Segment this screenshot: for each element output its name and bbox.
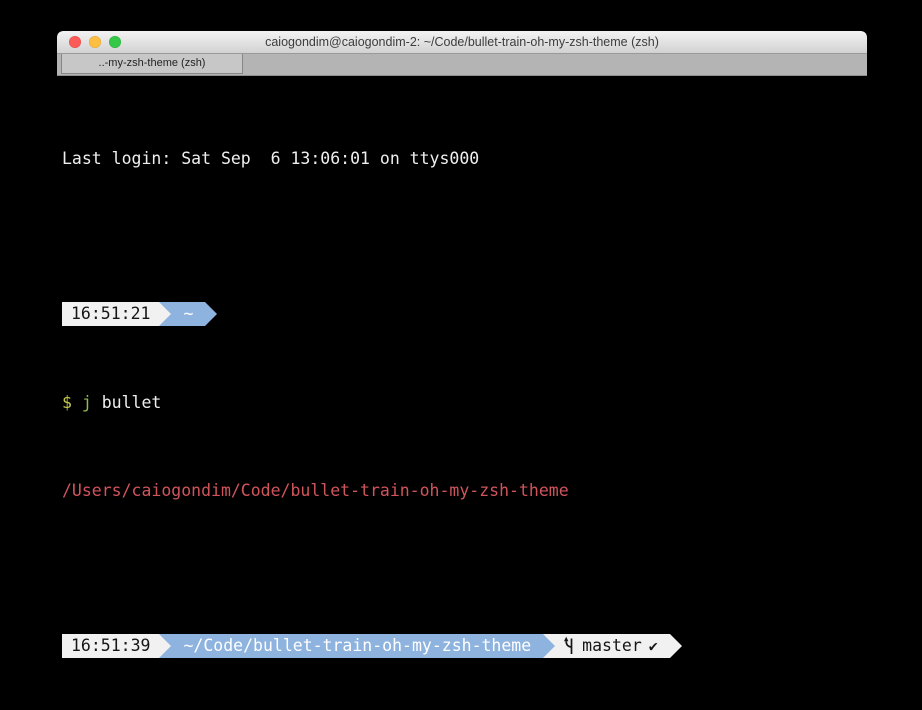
- git-branch-icon: [563, 636, 575, 656]
- prompt-line-2: 16:51:39 ~/Code/bullet-train-oh-my-zsh-t…: [62, 634, 867, 658]
- traffic-lights: [69, 36, 121, 48]
- git-branch-name: master: [582, 634, 642, 658]
- prompt-path-segment: ~/Code/bullet-train-oh-my-zsh-theme: [171, 634, 543, 658]
- powerline-arrow-icon: [159, 302, 171, 326]
- tab-active[interactable]: ..-my-zsh-theme (zsh): [61, 54, 243, 74]
- command-text: j: [72, 393, 92, 412]
- window-title: caiogondim@caiogondim-2: ~/Code/bullet-t…: [57, 31, 867, 53]
- command-line-1: $ j bullet: [62, 392, 867, 414]
- prompt-git-segment: master ✔: [555, 634, 670, 658]
- tab-bar: ..-my-zsh-theme (zsh): [57, 54, 867, 76]
- git-clean-check-icon: ✔: [649, 634, 658, 658]
- terminal-window: caiogondim@caiogondim-2: ~/Code/bullet-t…: [57, 31, 867, 710]
- command-output-path: /Users/caiogondim/Code/bullet-train-oh-m…: [62, 480, 867, 502]
- minimize-button[interactable]: [89, 36, 101, 48]
- blank-line: [62, 546, 867, 568]
- window-titlebar[interactable]: caiogondim@caiogondim-2: ~/Code/bullet-t…: [57, 31, 867, 54]
- powerline-arrow-icon: [543, 634, 555, 658]
- last-login-line: Last login: Sat Sep 6 13:06:01 on ttys00…: [62, 148, 867, 170]
- zoom-button[interactable]: [109, 36, 121, 48]
- powerline-arrow-icon: [205, 302, 217, 326]
- command-args: bullet: [92, 393, 162, 412]
- prompt-path-segment: ~: [171, 302, 205, 326]
- powerline-arrow-icon: [159, 634, 171, 658]
- prompt-time-segment: 16:51:21: [62, 302, 159, 326]
- powerline-arrow-icon: [670, 634, 682, 658]
- terminal-screen[interactable]: Last login: Sat Sep 6 13:06:01 on ttys00…: [57, 76, 867, 710]
- prompt-time-segment: 16:51:39: [62, 634, 159, 658]
- prompt-dollar: $: [62, 393, 72, 412]
- close-button[interactable]: [69, 36, 81, 48]
- prompt-line-1: 16:51:21 ~: [62, 302, 867, 326]
- blank-line: [62, 214, 867, 236]
